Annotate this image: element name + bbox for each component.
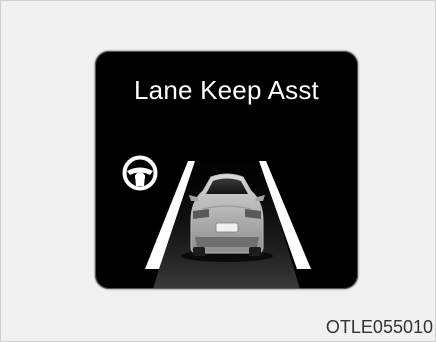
- steering-wheel-icon: [122, 155, 158, 191]
- display-title: Lane Keep Asst: [134, 75, 319, 105]
- figure-code: OTLE055010: [325, 317, 433, 337]
- figure-frame: Lane Keep Asst OTLE055010: [0, 0, 436, 342]
- cluster-display: Lane Keep Asst: [95, 51, 358, 289]
